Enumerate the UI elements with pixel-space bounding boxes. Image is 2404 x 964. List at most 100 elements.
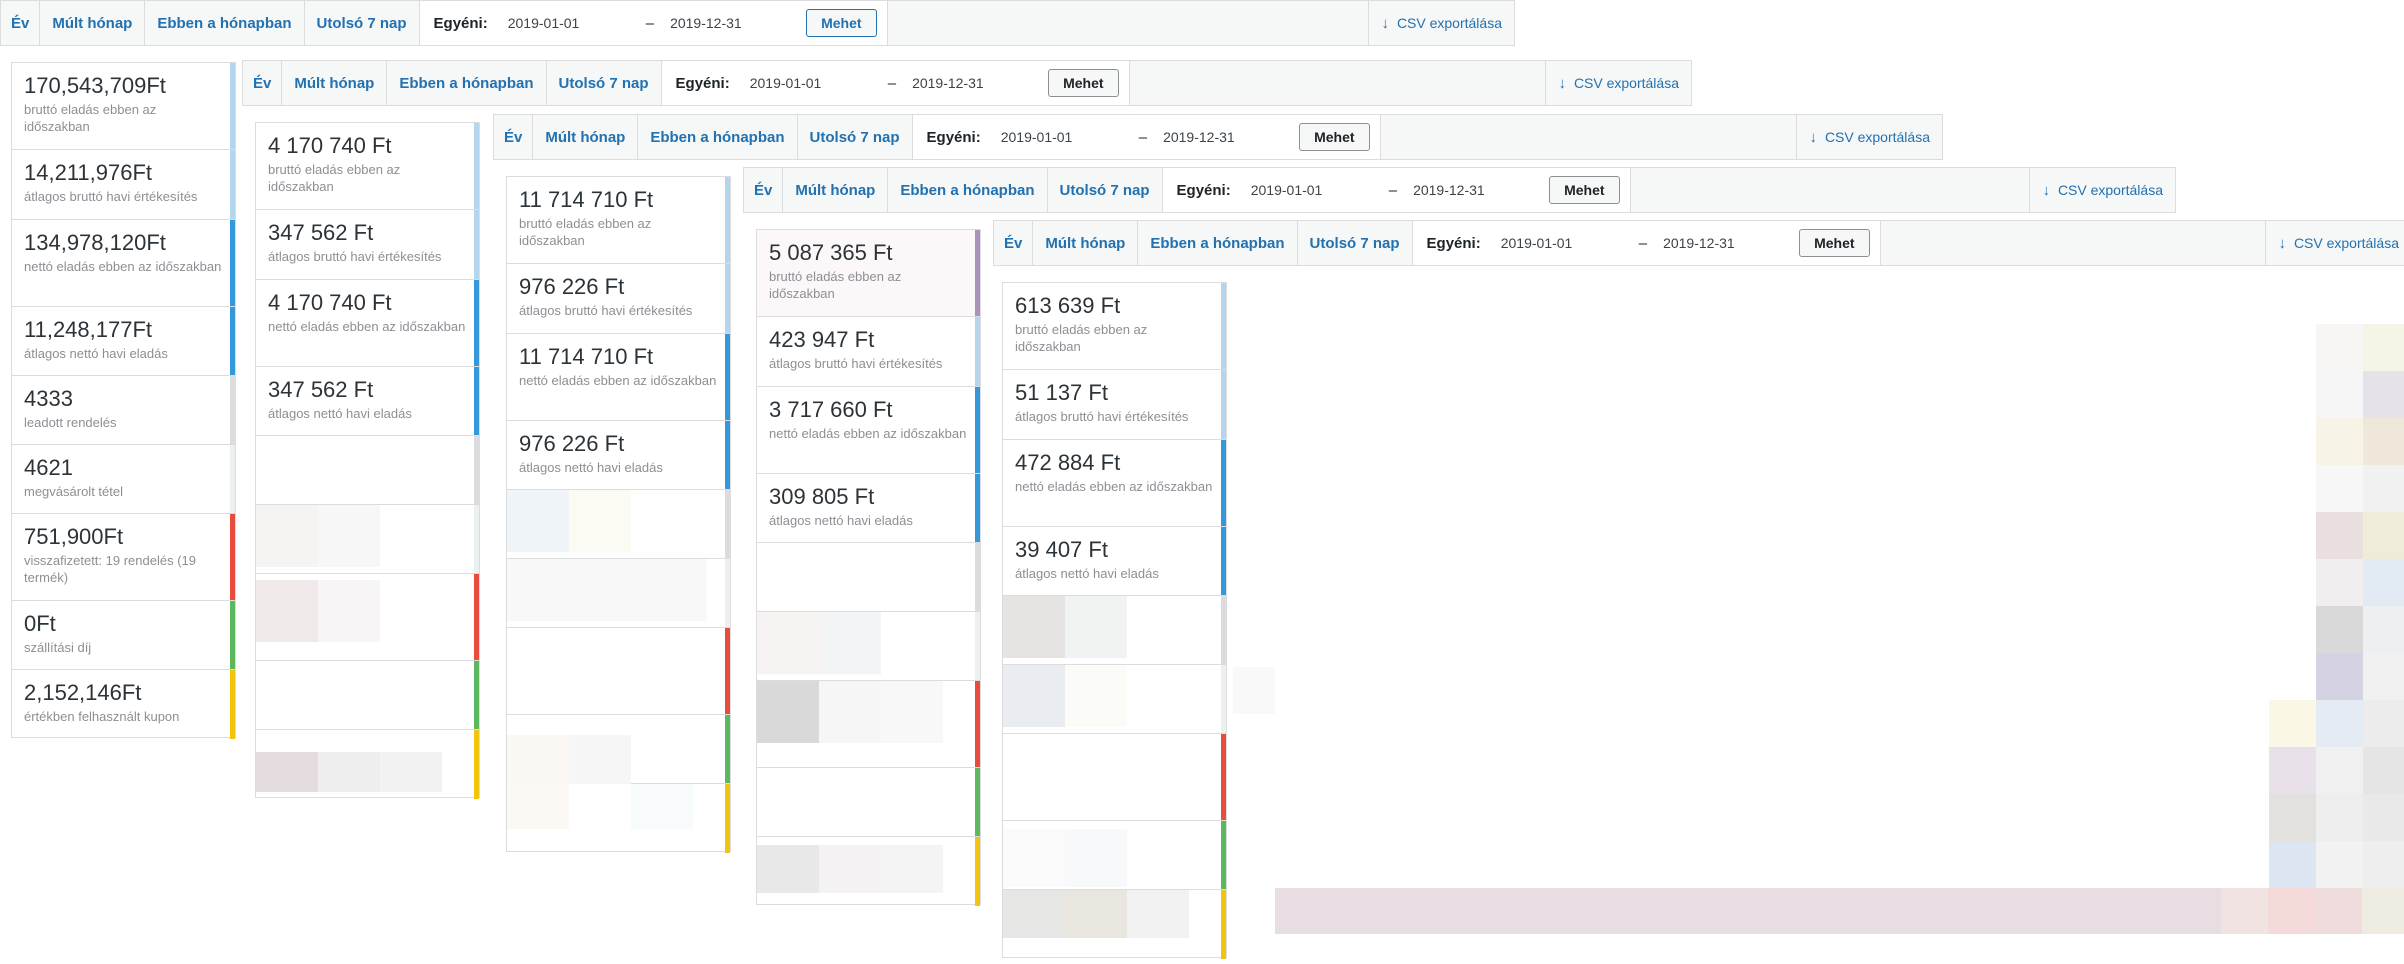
csv-export-label: CSV exportálása bbox=[1396, 15, 1502, 31]
series-color-bar bbox=[975, 612, 980, 680]
go-button[interactable]: Mehet bbox=[1799, 229, 1870, 257]
series-color-bar bbox=[725, 490, 730, 558]
stat-description: nettó eladás ebben az időszakban bbox=[24, 259, 222, 275]
tab-last-month[interactable]: Múlt hónap bbox=[1033, 221, 1139, 265]
stat-description: átlagos bruttó havi értékesítés bbox=[268, 249, 442, 265]
tab-last-month[interactable]: Múlt hónap bbox=[40, 1, 146, 45]
tab-this-month[interactable]: Ebben a hónapban bbox=[387, 61, 547, 105]
blurred-tile bbox=[256, 752, 318, 792]
stat-description: nettó eladás ebben az időszakban bbox=[268, 319, 466, 335]
csv-export-link[interactable]: ↓ CSV exportálása bbox=[2265, 221, 2404, 265]
date-separator: – bbox=[887, 74, 897, 92]
stat-item-placeholder bbox=[256, 574, 479, 661]
date-from-input[interactable] bbox=[994, 123, 1129, 151]
series-color-bar bbox=[1221, 890, 1226, 959]
csv-export-link[interactable]: ↓ CSV exportálása bbox=[1796, 115, 1942, 159]
tab-last-7-days[interactable]: Utolsó 7 nap bbox=[798, 115, 913, 159]
blurred-tile bbox=[2316, 606, 2363, 653]
series-color-bar bbox=[230, 514, 235, 600]
stat-value: 51 137 Ft bbox=[1015, 380, 1108, 405]
stat-value: 347 562 Ft bbox=[268, 220, 374, 245]
tab-last-7-days[interactable]: Utolsó 7 nap bbox=[547, 61, 662, 105]
stat-item-placeholder bbox=[757, 612, 980, 681]
date-range-filter-bar: Év Múlt hónap Ebben a hónapban Utolsó 7 … bbox=[993, 220, 2404, 266]
tab-last-7-days[interactable]: Utolsó 7 nap bbox=[1048, 168, 1163, 212]
tab-year[interactable]: Év bbox=[494, 115, 534, 159]
series-color-bar bbox=[975, 317, 980, 386]
go-button[interactable]: Mehet bbox=[806, 9, 877, 37]
csv-export-link[interactable]: ↓ CSV exportálása bbox=[1545, 61, 1691, 105]
date-from-input[interactable] bbox=[743, 69, 878, 97]
stat-item: 39 407 Ft átlagos nettó havi eladás bbox=[1003, 527, 1226, 596]
csv-export-link[interactable]: ↓ CSV exportálása bbox=[1368, 1, 1514, 45]
download-arrow-icon: ↓ bbox=[1381, 14, 1389, 32]
date-to-input[interactable] bbox=[1157, 123, 1292, 151]
go-button[interactable]: Mehet bbox=[1299, 123, 1370, 151]
blurred-tile bbox=[2316, 324, 2363, 371]
date-to-input[interactable] bbox=[664, 9, 799, 37]
stat-item: 4 170 740 Ft bruttó eladás ebben az idős… bbox=[256, 123, 479, 210]
tab-last-month[interactable]: Múlt hónap bbox=[533, 115, 639, 159]
filter-spacer bbox=[1381, 115, 1797, 159]
stat-description: bruttó eladás ebben az időszakban bbox=[268, 162, 401, 195]
stat-value: 11,248,177Ft bbox=[24, 317, 153, 342]
blurred-tile bbox=[2363, 559, 2404, 606]
stat-value: 11 714 710 Ft bbox=[519, 344, 654, 369]
go-button[interactable]: Mehet bbox=[1549, 176, 1620, 204]
stat-value: 613 639 Ft bbox=[1015, 293, 1121, 318]
download-arrow-icon: ↓ bbox=[1558, 74, 1566, 92]
tab-year[interactable]: Év bbox=[744, 168, 784, 212]
go-button[interactable]: Mehet bbox=[1048, 69, 1119, 97]
custom-range-label: Egyéni: bbox=[926, 128, 981, 146]
blurred-tile bbox=[1065, 596, 1127, 658]
csv-export-label: CSV exportálása bbox=[2293, 235, 2399, 251]
stat-value: 4333 bbox=[24, 386, 73, 411]
tab-this-month[interactable]: Ebben a hónapban bbox=[1138, 221, 1298, 265]
stat-item: 347 562 Ft átlagos bruttó havi értékesít… bbox=[256, 210, 479, 280]
blurred-tile bbox=[819, 845, 881, 893]
blurred-tile bbox=[2221, 888, 2268, 934]
date-from-input[interactable] bbox=[501, 9, 636, 37]
custom-range-box: Egyéni: – Mehet bbox=[1412, 221, 1881, 265]
download-arrow-icon: ↓ bbox=[2278, 234, 2286, 252]
stat-item: 11 714 710 Ft nettó eladás ebben az idős… bbox=[507, 334, 730, 421]
stat-item: 472 884 Ft nettó eladás ebben az időszak… bbox=[1003, 440, 1226, 527]
tab-last-month[interactable]: Múlt hónap bbox=[282, 61, 388, 105]
tab-this-month[interactable]: Ebben a hónapban bbox=[145, 1, 305, 45]
date-to-input[interactable] bbox=[1657, 229, 1792, 257]
blurred-tile bbox=[757, 681, 819, 743]
blurred-tile bbox=[2316, 653, 2363, 700]
blurred-tile bbox=[819, 681, 881, 743]
tab-last-7-days[interactable]: Utolsó 7 nap bbox=[1298, 221, 1413, 265]
stat-value: 14,211,976Ft bbox=[24, 160, 153, 185]
stat-description: bruttó eladás ebben az időszakban bbox=[24, 102, 157, 135]
stat-item: 5 087 365 Ft bruttó eladás ebben az idős… bbox=[757, 230, 980, 317]
custom-range-label: Egyéni: bbox=[433, 14, 488, 32]
custom-range-label: Egyéni: bbox=[675, 74, 730, 92]
blurred-tile bbox=[2363, 324, 2404, 371]
stat-item: 347 562 Ft átlagos nettó havi eladás bbox=[256, 367, 479, 436]
series-color-bar bbox=[474, 123, 479, 209]
tab-year[interactable]: Év bbox=[1, 1, 41, 45]
tab-year[interactable]: Év bbox=[243, 61, 283, 105]
stat-value: 0Ft bbox=[24, 611, 56, 636]
tab-year[interactable]: Év bbox=[994, 221, 1034, 265]
date-separator: – bbox=[1638, 234, 1648, 252]
tab-last-7-days[interactable]: Utolsó 7 nap bbox=[305, 1, 420, 45]
date-to-input[interactable] bbox=[1407, 176, 1542, 204]
date-from-input[interactable] bbox=[1244, 176, 1379, 204]
csv-export-link[interactable]: ↓ CSV exportálása bbox=[2029, 168, 2175, 212]
blurred-tile bbox=[507, 559, 707, 621]
series-color-bar bbox=[474, 367, 479, 435]
blurred-tile bbox=[569, 735, 631, 784]
tab-this-month[interactable]: Ebben a hónapban bbox=[888, 168, 1048, 212]
blurred-tile bbox=[1003, 596, 1065, 658]
date-from-input[interactable] bbox=[1494, 229, 1629, 257]
tab-last-month[interactable]: Múlt hónap bbox=[783, 168, 889, 212]
date-to-input[interactable] bbox=[906, 69, 1041, 97]
sales-summary-list: 11 714 710 Ft bruttó eladás ebben az idő… bbox=[506, 176, 731, 853]
blurred-tile bbox=[819, 612, 881, 674]
tab-this-month[interactable]: Ebben a hónapban bbox=[638, 115, 798, 159]
stat-item-placeholder bbox=[507, 490, 730, 559]
blurred-tile bbox=[2315, 888, 2362, 934]
